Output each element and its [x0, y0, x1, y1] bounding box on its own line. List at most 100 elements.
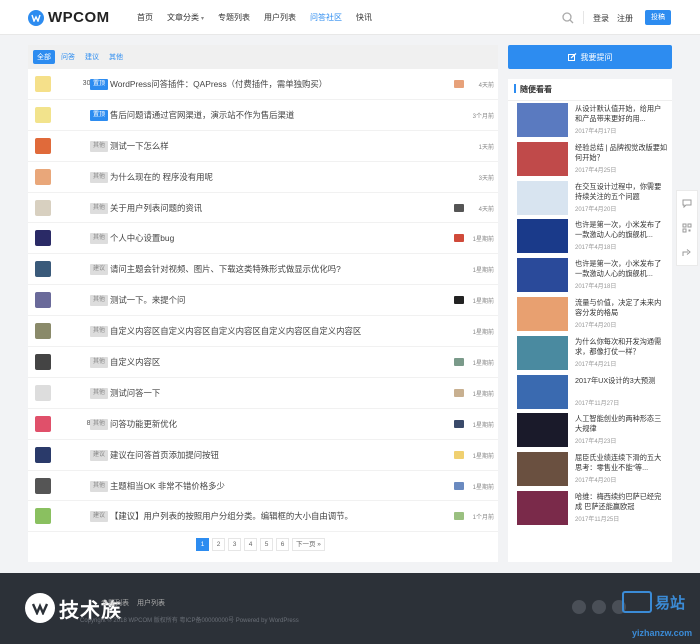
question-tag[interactable]: 建议	[90, 264, 109, 276]
random-post-item[interactable]: 屈臣氏业绩连续下滑的五大思考：零售业不能“等... 2017年4月20日	[508, 450, 672, 489]
post-thumbnail[interactable]	[517, 141, 568, 176]
site-logo[interactable]: WPCOM	[28, 9, 110, 26]
question-tag[interactable]: 其他	[90, 357, 109, 369]
post-thumbnail[interactable]	[517, 452, 568, 487]
random-post-item[interactable]: 流量与价值，决定了未来内容分发的格局 2017年4月20日	[508, 295, 672, 334]
login-link[interactable]: 登录	[593, 13, 609, 24]
post-thumbnail[interactable]	[517, 180, 568, 215]
random-post-item[interactable]: 2017年UX设计的3大预测 2017年11月27日	[508, 373, 672, 412]
question-row[interactable]: 30/3385置顶WordPress问答插件：QAPress（付费插件，需单独购…	[28, 69, 498, 100]
question-title[interactable]: 自定义内容区自定义内容区自定义内容区自定义内容区自定义内容区	[110, 325, 361, 337]
question-row[interactable]: 1/87其他主题相当OK 非常不错价格多少1星期前	[28, 471, 498, 502]
question-row[interactable]: 8/1402其他问答功能更新优化1星期前	[28, 409, 498, 440]
filter-qa[interactable]: 问答	[57, 50, 79, 64]
question-title[interactable]: 建议在问答首页添加提问按钮	[110, 449, 219, 461]
user-avatar[interactable]	[35, 323, 51, 340]
page-4[interactable]: 4	[244, 538, 257, 551]
page-5[interactable]: 5	[260, 538, 273, 551]
post-thumbnail[interactable]	[517, 490, 568, 525]
android-icon[interactable]	[592, 600, 606, 614]
last-replier-avatar[interactable]	[454, 358, 464, 367]
question-title[interactable]: 主题相当OK 非常不错价格多少	[110, 480, 225, 492]
comment-icon[interactable]	[682, 198, 692, 209]
random-post-item[interactable]: 经验总结 | 品牌视觉改版要如何开始？ 2017年4月25日	[508, 140, 672, 179]
last-replier-avatar[interactable]	[454, 419, 464, 428]
question-tag[interactable]: 建议	[90, 511, 109, 523]
question-row[interactable]: 5/103其他关于用户列表问题的资讯4天前	[28, 193, 498, 224]
nav-item-news[interactable]: 快讯	[349, 0, 379, 35]
user-avatar[interactable]	[35, 230, 51, 247]
next-page-button[interactable]: 下一页 »	[292, 538, 325, 551]
ask-question-button[interactable]: 我要提问	[508, 45, 672, 69]
last-replier-avatar[interactable]	[454, 203, 464, 212]
question-row[interactable]: 2/123其他个人中心设置bug1星期前	[28, 223, 498, 255]
question-tag[interactable]: 其他	[90, 418, 109, 430]
contribute-button[interactable]: 投稿	[645, 10, 671, 25]
page-2[interactable]: 2	[212, 538, 225, 551]
filter-all[interactable]: 全部	[33, 50, 55, 64]
question-row[interactable]: 0/23其他为什么现在的 程序没有用呢3天前	[28, 162, 498, 193]
random-post-item[interactable]: 从设计默认值开始，给用户和产品带来更好的用... 2017年4月17日	[508, 101, 672, 140]
user-avatar[interactable]	[35, 261, 51, 278]
question-tag[interactable]: 其他	[90, 387, 109, 399]
user-avatar[interactable]	[35, 199, 51, 216]
question-row[interactable]: 0/41建议请问主题会针对视频、图片、下载这类特殊形式做显示优化吗?1星期前	[28, 254, 498, 286]
apple-icon[interactable]	[572, 600, 586, 614]
post-thumbnail[interactable]	[517, 296, 568, 331]
question-title[interactable]: 关于用户列表问题的资讯	[110, 202, 202, 214]
question-tag[interactable]: 其他	[90, 202, 109, 214]
user-avatar[interactable]	[35, 415, 51, 432]
last-replier-avatar[interactable]	[454, 481, 464, 490]
post-thumbnail[interactable]	[517, 258, 568, 293]
post-thumbnail[interactable]	[517, 413, 568, 448]
nav-item-topics[interactable]: 专题列表	[211, 0, 257, 35]
post-title[interactable]: 屈臣氏业绩连续下滑的五大思考：零售业不能“等...	[575, 453, 668, 473]
question-row[interactable]: 1/54建议【建议】用户列表的按照用户分组分类。编辑框的大小自由调节。1个月前	[28, 501, 498, 533]
post-title[interactable]: 人工智能创业的两种形态三大规律	[575, 414, 668, 434]
question-title[interactable]: 问答功能更新优化	[110, 418, 177, 430]
question-tag[interactable]: 其他	[90, 295, 109, 307]
post-thumbnail[interactable]	[517, 219, 568, 254]
user-avatar[interactable]	[35, 354, 51, 371]
register-link[interactable]: 注册	[617, 13, 633, 24]
last-replier-avatar[interactable]	[454, 450, 464, 459]
post-title[interactable]: 2017年UX设计的3大预测	[575, 376, 668, 386]
page-1[interactable]: 1	[196, 538, 209, 551]
question-row[interactable]: 0/35其他自定义内容区自定义内容区自定义内容区自定义内容区自定义内容区1星期前	[28, 316, 498, 348]
post-title[interactable]: 哈维：梅西续约巴萨已经完成 巴萨还能赢欧冠	[575, 492, 668, 512]
post-title[interactable]: 经验总结 | 品牌视觉改版要如何开始？	[575, 143, 668, 163]
question-tag[interactable]: 其他	[90, 233, 109, 245]
qrcode-icon[interactable]	[682, 223, 692, 233]
post-title[interactable]: 也许是第一次，小米发布了一款激动人心的旗舰机...	[575, 259, 668, 279]
question-title[interactable]: 个人中心设置bug	[110, 232, 174, 244]
question-tag[interactable]: 置顶	[90, 79, 109, 90]
post-thumbnail[interactable]	[517, 103, 568, 137]
question-title[interactable]: 售后问题请通过官网渠道，演示站不作为售后渠道	[110, 109, 294, 121]
user-avatar[interactable]	[35, 292, 51, 309]
last-replier-avatar[interactable]	[454, 80, 464, 88]
user-avatar[interactable]	[35, 76, 51, 92]
question-row[interactable]: 1/87建议建议在问答首页添加提问按钮1星期前	[28, 440, 498, 471]
question-row[interactable]: 1/49其他自定义内容区1星期前	[28, 347, 498, 378]
post-thumbnail[interactable]	[517, 374, 568, 409]
question-tag[interactable]: 置顶	[90, 109, 109, 121]
post-title[interactable]: 流量与价值，决定了未来内容分发的格局	[575, 298, 668, 318]
question-tag[interactable]: 其他	[90, 171, 109, 183]
question-row[interactable]: 2/61其他测试问答一下1星期前	[28, 378, 498, 409]
share-icon[interactable]	[682, 248, 692, 258]
question-row[interactable]: 0/370置顶售后问题请通过官网渠道，演示站不作为售后渠道3个月前	[28, 100, 498, 131]
random-post-item[interactable]: 在交互设计过程中，你需要持续关注的五个问题 2017年4月20日	[508, 179, 672, 218]
user-avatar[interactable]	[35, 508, 51, 525]
post-title[interactable]: 也许是第一次，小米发布了一款激动人心的旗舰机...	[575, 220, 668, 240]
user-avatar[interactable]	[35, 446, 51, 463]
question-tag[interactable]: 其他	[90, 140, 109, 152]
random-post-item[interactable]: 人工智能创业的两种形态三大规律 2017年4月23日	[508, 411, 672, 450]
random-post-item[interactable]: 也许是第一次，小米发布了一款激动人心的旗舰机... 2017年4月18日	[508, 256, 672, 295]
user-avatar[interactable]	[35, 168, 51, 185]
question-title[interactable]: 自定义内容区	[110, 356, 160, 368]
nav-item-categories[interactable]: 文章分类 ▾	[160, 0, 211, 35]
question-title[interactable]: 请问主题会针对视频、图片、下载这类特殊形式做显示优化吗?	[110, 263, 341, 275]
question-title[interactable]: 测试问答一下	[110, 387, 160, 399]
question-title[interactable]: WordPress问答插件：QAPress（付费插件，需单独购买）	[110, 78, 327, 90]
nav-item-home[interactable]: 首页	[130, 0, 160, 35]
